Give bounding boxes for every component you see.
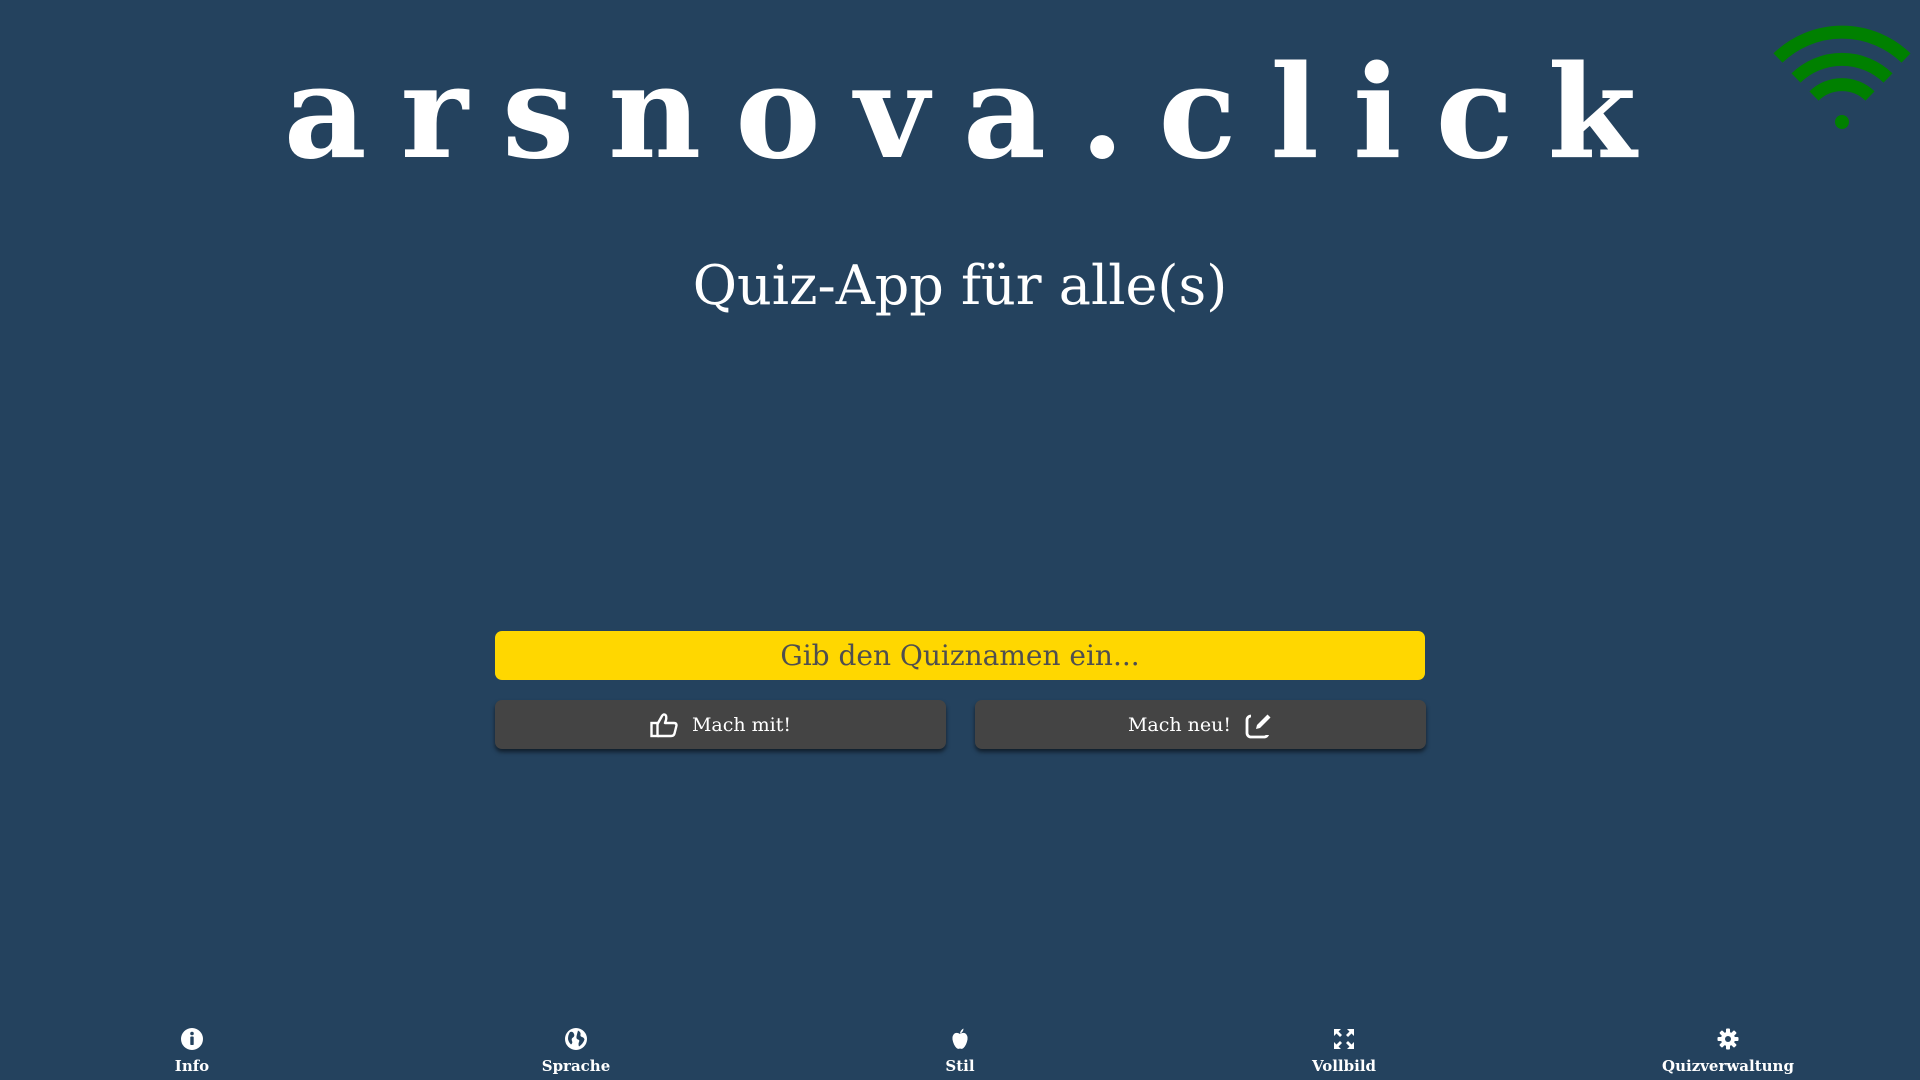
footer-item-quiz-management[interactable]: Quizverwaltung <box>1648 1022 1808 1076</box>
apple-icon <box>952 1028 968 1049</box>
info-icon <box>181 1028 203 1050</box>
globe-icon <box>565 1028 587 1050</box>
footer-item-fullscreen[interactable]: Vollbild <box>1264 1022 1424 1076</box>
create-quiz-button[interactable]: Mach neu! <box>975 700 1426 749</box>
footer-nav: Info Sprache Stil Vollbild Quizverwaltun… <box>0 1022 1920 1080</box>
create-quiz-label: Mach neu! <box>1127 713 1232 736</box>
edit-icon <box>1245 713 1274 738</box>
footer-item-style[interactable]: Stil <box>880 1022 1040 1076</box>
fullscreen-icon <box>1334 1029 1354 1049</box>
home-page: arsnova.click Quiz-App für alle(s) Mach … <box>0 0 1920 1080</box>
footer-item-language-label: Sprache <box>541 1057 611 1075</box>
join-quiz-label: Mach mit! <box>691 713 792 736</box>
brand-title: arsnova.click <box>283 38 1671 188</box>
footer-item-info-label: Info <box>174 1057 210 1075</box>
thumbs-up-icon <box>650 712 678 737</box>
footer-item-language[interactable]: Sprache <box>496 1022 656 1076</box>
gear-icon <box>1717 1028 1739 1050</box>
footer-item-fullscreen-label: Vollbild <box>1311 1057 1377 1075</box>
page-subtitle: Quiz-App für alle(s) <box>692 254 1228 317</box>
footer-item-info[interactable]: Info <box>112 1022 272 1076</box>
quiz-name-input[interactable] <box>495 631 1425 680</box>
footer-item-quiz-management-label: Quizverwaltung <box>1662 1057 1794 1075</box>
footer-item-style-label: Stil <box>945 1057 975 1075</box>
join-quiz-button[interactable]: Mach mit! <box>495 700 946 749</box>
